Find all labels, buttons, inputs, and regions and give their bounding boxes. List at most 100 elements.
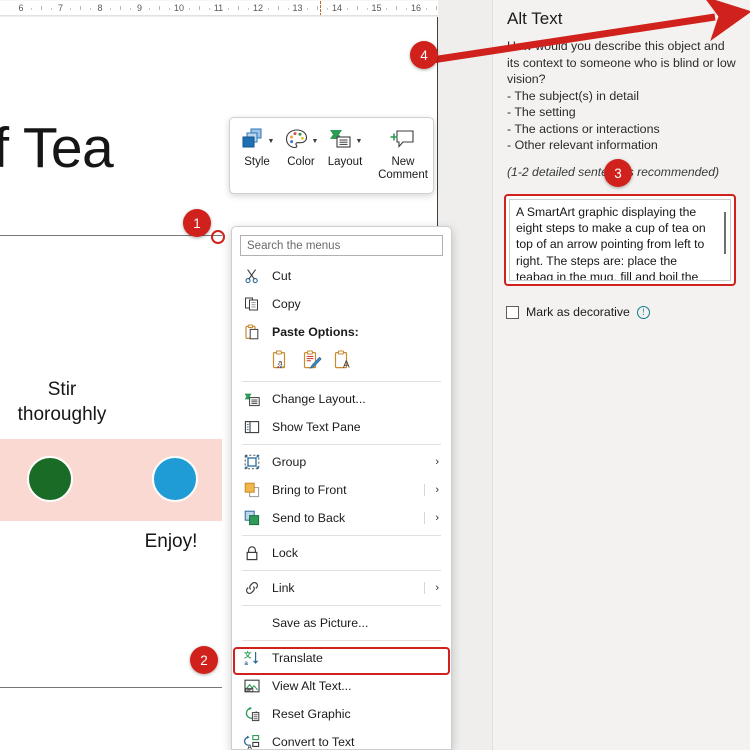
menu-item-bring-to-front[interactable]: Bring to Front ›: [232, 476, 451, 504]
menu-item-cut[interactable]: Cut: [232, 262, 451, 290]
alt-text-scrollbar[interactable]: [724, 212, 726, 254]
menu-item-change-layout[interactable]: Change Layout...: [232, 385, 451, 413]
chevron-right-icon[interactable]: ›: [435, 456, 439, 468]
ruler-number: 12: [252, 3, 264, 13]
menu-item-convert-to-text[interactable]: A Convert to Text: [232, 728, 451, 749]
page-title: Alt Text: [507, 9, 563, 28]
menu-separator: [242, 605, 441, 606]
chevron-down-icon[interactable]: ▼: [356, 138, 363, 145]
menu-separator: [242, 570, 441, 571]
reset-graphic-icon: [242, 705, 262, 723]
menu-item-label: Lock: [272, 546, 298, 560]
mark-as-decorative-row[interactable]: Mark as decorative !: [506, 305, 650, 319]
mark-as-decorative-checkbox[interactable]: [506, 305, 519, 319]
search-input[interactable]: [247, 239, 436, 252]
layout-icon-row: ▼: [328, 126, 363, 156]
ruler-subtick: [228, 8, 230, 10]
ruler-tick: [238, 6, 240, 10]
horizontal-ruler[interactable]: 6 7 8 9 10 11 12 13 14 15 16: [0, 0, 438, 16]
menu-item-label: Convert to Text: [272, 735, 355, 749]
menu-item-lock[interactable]: Lock: [232, 539, 451, 567]
menu-item-send-to-back[interactable]: Send to Back ›: [232, 504, 451, 532]
svg-text:a: a: [278, 358, 283, 367]
menu-item-show-text-pane[interactable]: Show Text Pane: [232, 413, 451, 441]
menu-item-paste-options[interactable]: Paste Options:: [232, 318, 451, 346]
chevron-down-icon[interactable]: ▼: [312, 138, 319, 145]
menu-separator: [242, 535, 441, 536]
ruler-subtick: [208, 8, 210, 10]
color-icon-row: ▼: [284, 126, 319, 156]
paste-options-icon-row: aA: [232, 346, 451, 378]
close-icon[interactable]: ✕: [715, 8, 741, 32]
ruler-number: 10: [173, 3, 185, 13]
chevron-right-icon[interactable]: ›: [435, 484, 439, 496]
alt-text-pane: Alt Text ✕ How would you describe this o…: [492, 0, 750, 750]
submenu-separator: [424, 484, 425, 496]
paste-use-destination-theme-icon[interactable]: [303, 349, 322, 375]
slide-label-enjoy: Enjoy!: [144, 531, 198, 552]
menu-item-view-alt-text[interactable]: View Alt Text...: [232, 672, 451, 700]
annotation-badge-2: 2: [190, 646, 218, 674]
menu-item-group[interactable]: Group ›: [232, 448, 451, 476]
alt-text-input[interactable]: A SmartArt graphic displaying the eight …: [509, 199, 731, 281]
mini-toolbar-style-button[interactable]: ▼ Style: [235, 122, 279, 189]
alt-text-icon: [242, 677, 262, 695]
text-pane-icon: [242, 418, 262, 436]
ruler-margin-marker[interactable]: [320, 1, 322, 15]
menu-item-translate[interactable]: 文 a Translate: [232, 644, 451, 672]
ruler-subtick: [307, 8, 309, 10]
ruler-subtick: [188, 8, 190, 10]
menu-separator: [242, 444, 441, 445]
slide-divider-top: [0, 235, 222, 236]
ruler-number: 6: [18, 3, 24, 13]
ruler-subtick: [267, 8, 269, 10]
slide-circle-blue: [152, 456, 198, 502]
ruler-subtick: [346, 8, 348, 10]
mini-toolbar-layout-label: Layout: [327, 156, 363, 168]
slide-circle-green: [27, 456, 73, 502]
info-icon[interactable]: !: [636, 305, 650, 319]
ruler-tick: [435, 6, 437, 10]
submenu-separator: [424, 512, 425, 524]
context-menu: CutCopyPaste Options:aAChange Layout...S…: [231, 226, 452, 750]
change-layout-icon: [242, 390, 262, 408]
paste-keep-source-formatting-icon[interactable]: a: [272, 349, 291, 375]
menu-item-label: Change Layout...: [272, 392, 366, 406]
ruler-number: 13: [292, 3, 303, 13]
annotation-badge-1: 1: [183, 209, 211, 237]
menu-item-label: Copy: [272, 297, 301, 311]
context-menu-items: Cut Copy Paste Options: a A Change Layout... S…: [232, 262, 451, 749]
ruler-tick: [159, 6, 161, 10]
lock-icon: [242, 544, 262, 562]
mini-toolbar-style-label: Style: [244, 156, 270, 168]
menu-search-box[interactable]: [240, 235, 443, 256]
menu-item-copy[interactable]: Copy: [232, 290, 451, 318]
menu-item-link[interactable]: Link ›: [232, 574, 451, 602]
selection-handle-marker: [211, 230, 225, 244]
color-palette-icon: [284, 127, 310, 156]
mini-toolbar-color-label: Color: [287, 156, 315, 168]
app-root: 678910111213141516 of Tea Stirthoroughly…: [0, 0, 750, 750]
chevron-right-icon[interactable]: ›: [435, 512, 439, 524]
menu-item-label: Send to Back: [272, 511, 346, 525]
new-comment-icon-row: [389, 126, 417, 156]
menu-item-save-as-picture[interactable]: Save as Picture...: [232, 609, 451, 637]
svg-text:文: 文: [244, 651, 252, 660]
slide-divider-bottom: [0, 687, 222, 688]
menu-item-reset-graphic[interactable]: Reset Graphic: [232, 700, 451, 728]
ruler-subtick: [366, 8, 368, 10]
menu-separator: [242, 640, 441, 641]
mini-toolbar-color-button[interactable]: ▼ Color: [279, 122, 323, 189]
chevron-right-icon[interactable]: ›: [435, 582, 439, 594]
mini-toolbar-new-comment-label: New Comment: [378, 156, 428, 181]
chevron-down-icon[interactable]: ▼: [268, 138, 275, 145]
annotation-badge-3: 3: [604, 159, 632, 187]
submenu-separator: [424, 582, 425, 594]
new-comment-icon: [389, 127, 417, 156]
mini-toolbar-layout-button[interactable]: ▼ Layout: [323, 122, 367, 189]
paste-keep-text-only-icon[interactable]: A: [334, 349, 353, 375]
menu-item-label: Bring to Front: [272, 483, 347, 497]
ruler-tick: [396, 6, 398, 10]
mini-toolbar-new-comment-button[interactable]: New Comment: [375, 122, 431, 189]
ruler-subtick: [90, 8, 92, 10]
